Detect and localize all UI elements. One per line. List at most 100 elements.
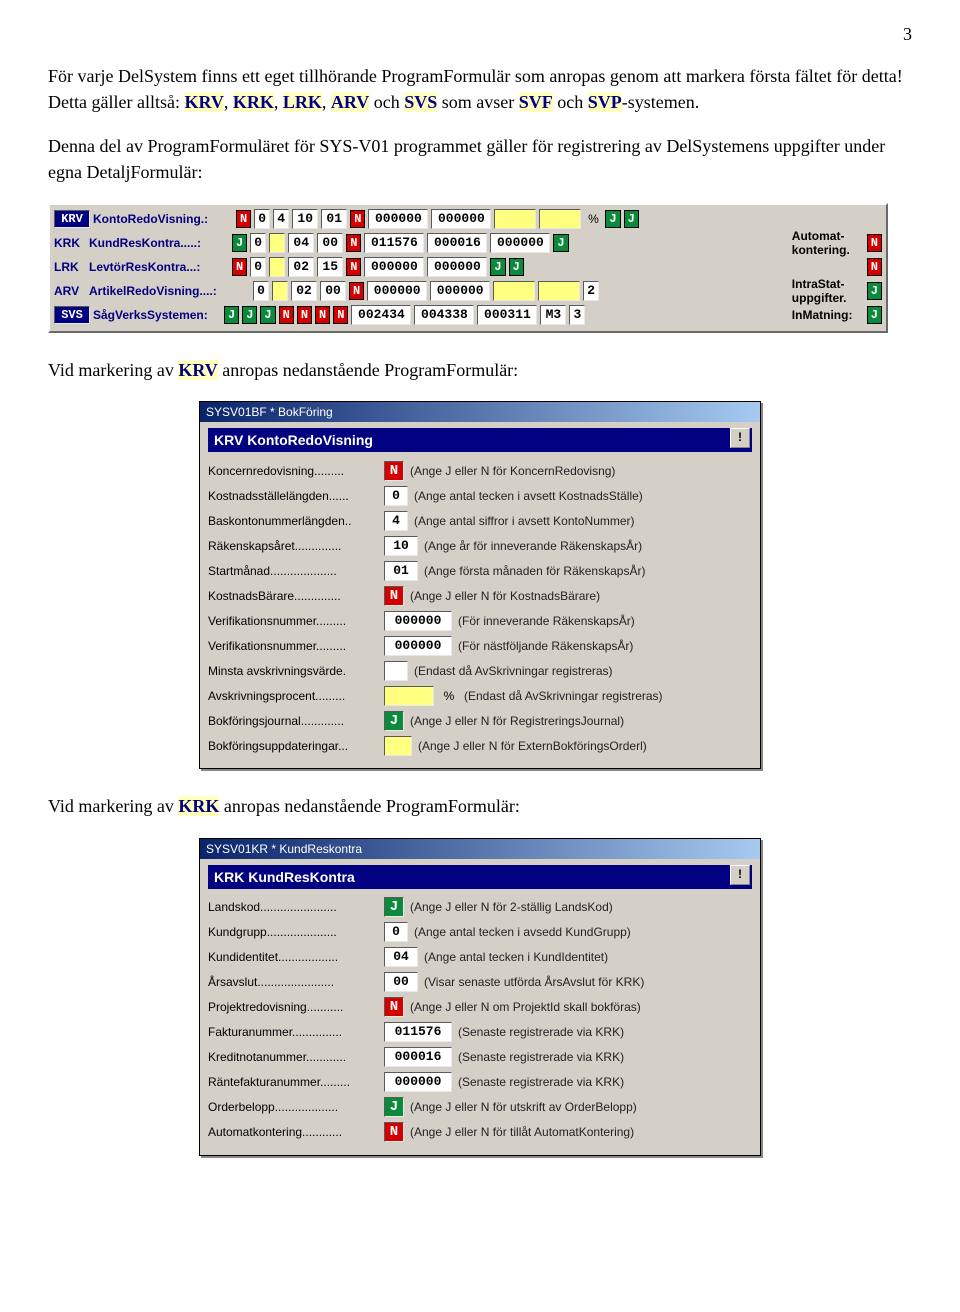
inp[interactable]: 0 bbox=[253, 281, 269, 301]
field-value[interactable]: 000000 bbox=[384, 1072, 452, 1092]
field-value[interactable] bbox=[384, 736, 412, 756]
inp[interactable]: 0 bbox=[250, 257, 266, 277]
chip-N[interactable]: N bbox=[346, 258, 361, 276]
chip-N[interactable]: N bbox=[350, 210, 365, 228]
chip-J[interactable]: J bbox=[232, 234, 247, 252]
field-value[interactable]: 000000 bbox=[384, 636, 452, 656]
inp[interactable]: 004338 bbox=[414, 305, 474, 325]
field-hint: (Ange första månaden för RäkenskapsÅr) bbox=[424, 564, 752, 578]
inp[interactable]: 02 bbox=[288, 257, 314, 277]
chip-N[interactable]: N bbox=[867, 258, 882, 276]
field-value[interactable]: 011576 bbox=[384, 1022, 452, 1042]
field-hint: (Ange J eller N för KoncernRedovisng) bbox=[410, 464, 752, 478]
chip-J[interactable]: J bbox=[260, 306, 275, 324]
chip-N[interactable]: N bbox=[349, 282, 364, 300]
inp[interactable]: 2 bbox=[583, 281, 599, 301]
field-value[interactable]: 000000 bbox=[384, 611, 452, 631]
inp[interactable]: 000000 bbox=[427, 257, 487, 277]
bang-button[interactable]: ! bbox=[730, 428, 750, 448]
chip-J[interactable]: J bbox=[605, 210, 620, 228]
field-value[interactable]: J bbox=[384, 711, 404, 731]
chip-N[interactable]: N bbox=[346, 234, 361, 252]
inp-blank[interactable] bbox=[493, 281, 535, 301]
chip-J[interactable]: J bbox=[509, 258, 524, 276]
inp[interactable]: 000000 bbox=[364, 257, 424, 277]
dialog-titlebar[interactable]: SYSV01KR * KundReskontra bbox=[200, 839, 760, 859]
chip-J[interactable]: J bbox=[867, 306, 882, 324]
dialog-row: Räkenskapsåret..............10(Ange år f… bbox=[208, 533, 752, 558]
chip-N[interactable]: N bbox=[315, 306, 330, 324]
abbr-krk[interactable]: KRK bbox=[54, 236, 86, 250]
inp[interactable]: 000016 bbox=[427, 233, 487, 253]
chip-J[interactable]: J bbox=[624, 210, 639, 228]
field-value[interactable]: 000016 bbox=[384, 1047, 452, 1067]
chip-N[interactable]: N bbox=[297, 306, 312, 324]
field-value[interactable]: 01 bbox=[384, 561, 418, 581]
inp[interactable]: 02 bbox=[291, 281, 317, 301]
dialog-titlebar[interactable]: SYSV01BF * BokFöring bbox=[200, 402, 760, 422]
inp[interactable]: 000000 bbox=[367, 281, 427, 301]
label-svs: SågVerksSystemen: bbox=[93, 308, 221, 322]
field-value[interactable]: 0 bbox=[384, 922, 408, 942]
field-value[interactable]: N bbox=[384, 461, 404, 481]
chip-N[interactable]: N bbox=[333, 306, 348, 324]
chip-N[interactable]: N bbox=[232, 258, 247, 276]
inp[interactable]: 000000 bbox=[368, 209, 428, 229]
chip-N[interactable]: N bbox=[867, 234, 882, 252]
field-value[interactable]: J bbox=[384, 897, 404, 917]
inp[interactable]: 10 bbox=[292, 209, 318, 229]
field-value[interactable] bbox=[384, 661, 408, 681]
chip-J[interactable]: J bbox=[224, 306, 239, 324]
field-value[interactable]: 04 bbox=[384, 947, 418, 967]
field-label: Kreditnotanummer............ bbox=[208, 1050, 378, 1064]
field-value[interactable] bbox=[384, 686, 434, 706]
dialog-row: Verifikationsnummer.........000000(För i… bbox=[208, 608, 752, 633]
chip-N[interactable]: N bbox=[236, 210, 251, 228]
dialog-row: Kundidentitet..................04(Ange a… bbox=[208, 945, 752, 970]
inp[interactable]: 011576 bbox=[364, 233, 424, 253]
inp[interactable]: 0 bbox=[254, 209, 270, 229]
field-value[interactable]: 10 bbox=[384, 536, 418, 556]
field-value[interactable]: J bbox=[384, 1097, 404, 1117]
inp-blank[interactable] bbox=[269, 233, 285, 253]
inp[interactable]: 00 bbox=[320, 281, 346, 301]
inp-blank[interactable] bbox=[272, 281, 288, 301]
chip-J[interactable]: J bbox=[490, 258, 505, 276]
field-value[interactable]: 00 bbox=[384, 972, 418, 992]
chip-J[interactable]: J bbox=[553, 234, 568, 252]
inp[interactable]: 04 bbox=[288, 233, 314, 253]
inp[interactable]: 4 bbox=[273, 209, 289, 229]
bang-button[interactable]: ! bbox=[730, 865, 750, 885]
inp-blank[interactable] bbox=[269, 257, 285, 277]
abbr-svs[interactable]: SVS bbox=[54, 306, 90, 324]
inp[interactable]: 000000 bbox=[430, 281, 490, 301]
inp[interactable]: 15 bbox=[317, 257, 343, 277]
inp[interactable]: 3 bbox=[569, 305, 585, 325]
abbr-lrk[interactable]: LRK bbox=[54, 260, 86, 274]
field-value[interactable]: N bbox=[384, 1122, 404, 1142]
inp[interactable]: 002434 bbox=[351, 305, 411, 325]
field-hint: (Ange antal tecken i avsett KostnadsStäl… bbox=[414, 489, 752, 503]
inp[interactable]: 000311 bbox=[477, 305, 537, 325]
inp-blank[interactable] bbox=[539, 209, 581, 229]
inp-blank[interactable] bbox=[494, 209, 536, 229]
chip-J[interactable]: J bbox=[242, 306, 257, 324]
field-hint: (Ange J eller N för KostnadsBärare) bbox=[410, 589, 752, 603]
inp[interactable]: M3 bbox=[540, 305, 566, 325]
chip-J[interactable]: J bbox=[867, 282, 882, 300]
abbr-krv[interactable]: KRV bbox=[54, 210, 90, 228]
field-value[interactable]: N bbox=[384, 997, 404, 1017]
field-value[interactable]: 0 bbox=[384, 486, 408, 506]
field-label: Orderbelopp................... bbox=[208, 1100, 378, 1114]
inp[interactable]: 01 bbox=[321, 209, 347, 229]
field-label: Kundgrupp..................... bbox=[208, 925, 378, 939]
field-value[interactable]: N bbox=[384, 586, 404, 606]
inp[interactable]: 000000 bbox=[431, 209, 491, 229]
chip-N[interactable]: N bbox=[279, 306, 294, 324]
inp[interactable]: 0 bbox=[250, 233, 266, 253]
abbr-arv[interactable]: ARV bbox=[54, 284, 86, 298]
inp[interactable]: 00 bbox=[317, 233, 343, 253]
inp[interactable]: 000000 bbox=[490, 233, 550, 253]
field-value[interactable]: 4 bbox=[384, 511, 408, 531]
inp-blank[interactable] bbox=[538, 281, 580, 301]
